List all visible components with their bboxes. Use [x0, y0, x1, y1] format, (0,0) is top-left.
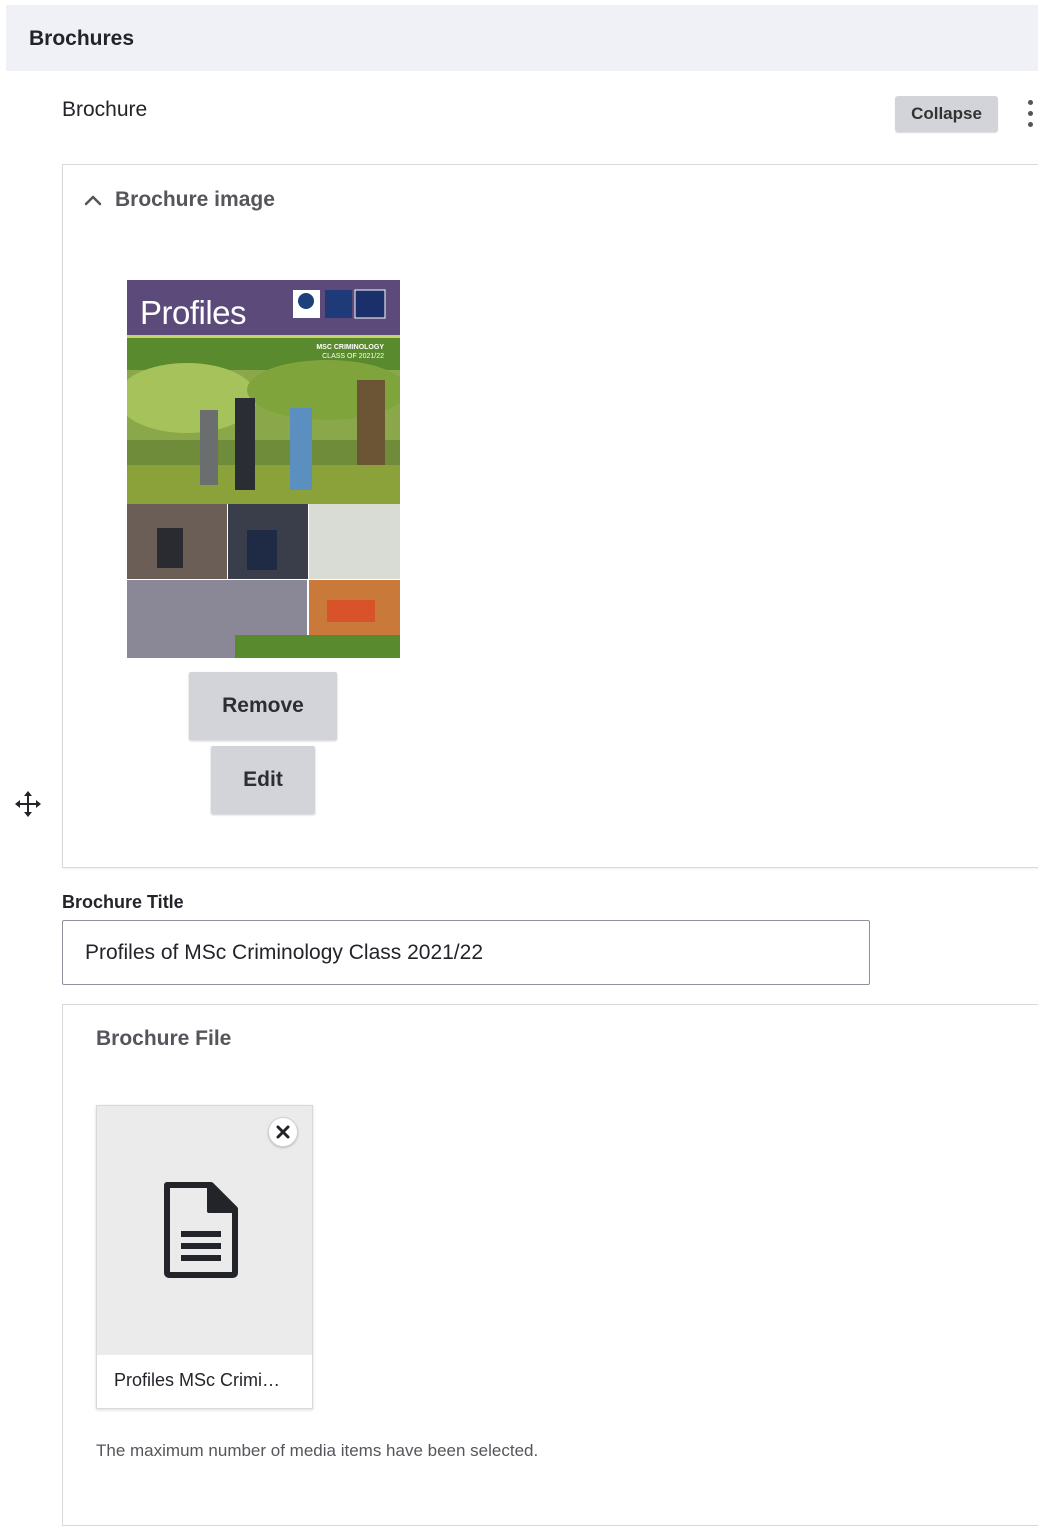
- media-limit-note: The maximum number of media items have b…: [96, 1441, 539, 1460]
- brochure-image-label: Brochure image: [115, 188, 275, 211]
- brochure-image-panel: Brochure image Profiles MSC CRIMINOLOGY …: [62, 164, 1038, 868]
- brochure-title-label: Brochure Title: [62, 892, 184, 912]
- move-arrows-icon[interactable]: [14, 790, 42, 818]
- media-item-card[interactable]: Profiles MSc Crimi…: [96, 1105, 313, 1409]
- document-icon: [164, 1182, 238, 1278]
- paragraph-type-label: Brochure: [62, 98, 148, 121]
- section-title: Brochures: [29, 27, 135, 50]
- brochure-file-panel: Brochure File Profiles MSc Crimi… The ma…: [62, 1004, 1038, 1526]
- kebab-menu-icon[interactable]: [1022, 97, 1038, 131]
- brochure-title-input[interactable]: [62, 920, 870, 985]
- brochure-thumbnail: Profiles MSC CRIMINOLOGY CLASS OF 2021/2…: [127, 280, 400, 658]
- edit-image-button[interactable]: Edit: [211, 746, 315, 814]
- chevron-up-icon: [84, 195, 102, 206]
- section-header: Brochures: [6, 5, 1038, 71]
- brochure-file-label: Brochure File: [96, 1027, 232, 1050]
- collapse-button[interactable]: Collapse: [895, 96, 998, 132]
- thumbnail-subtitle: MSC CRIMINOLOGY: [316, 344, 384, 351]
- thumbnail-subtitle-class: CLASS OF 2021/22: [322, 353, 384, 360]
- thumbnail-title: Profiles: [140, 294, 247, 331]
- close-icon: [276, 1125, 290, 1139]
- remove-media-button[interactable]: [268, 1117, 298, 1147]
- brochure-image-summary[interactable]: Brochure image: [83, 185, 275, 215]
- media-item-name: Profiles MSc Crimi…: [114, 1370, 281, 1390]
- remove-image-button[interactable]: Remove: [189, 672, 337, 740]
